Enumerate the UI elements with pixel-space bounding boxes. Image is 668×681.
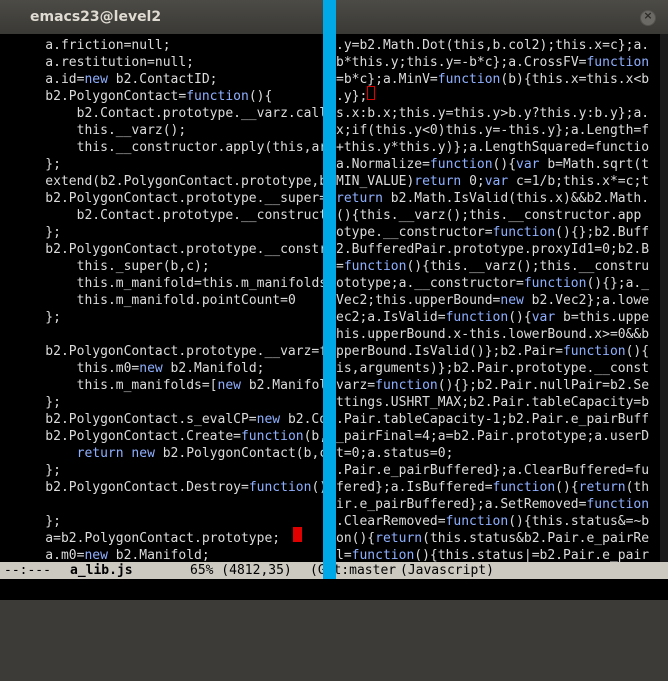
code-line: this.__constructor.apply(this,arg — [76, 140, 323, 155]
code-line: on(){return(this.status&b2.Pair.e_pairRe — [336, 531, 650, 546]
modeline-status: --:--- — [4, 563, 51, 578]
code-line: b2.Contact.prototype.__varz.call( — [14, 106, 323, 121]
code-line: b*this.y;this.y=-b*c};a.CrossFV=function — [336, 55, 650, 70]
code-line: a.id=new b2.ContactID; — [14, 72, 218, 87]
code-line: his.upperBound.x-this.lowerBound.x>=0&&b — [336, 327, 650, 342]
code-line: Vec2;this.upperBound=new b2.Vec2};a.lowe — [336, 293, 650, 308]
code-line: .Pair.tableCapacity-1;b2.Pair.e_pairBuff — [336, 412, 650, 427]
right-editor-pane[interactable]: .y=b2.Math.Dot(this,b.col2);this.x=c};a.… — [336, 34, 660, 562]
code-line: b2.PolygonContact=function(){ — [14, 89, 273, 104]
code-line: .ClearRemoved=function(){this.status&=~b — [336, 514, 650, 529]
code-line: fered};a.IsBuffered=function(){return(th — [336, 480, 650, 495]
code-line: MIN_VALUE)return 0;var c=1/b;this.x*=c;t — [336, 174, 650, 189]
modeline-buffer-name[interactable]: a_lib.js — [70, 562, 133, 579]
code-line: otype.__constructor=function(){};b2.Buff — [336, 225, 650, 240]
code-line: a=b2.PolygonContact.prototype; — [14, 531, 281, 546]
code-line: }; — [14, 463, 61, 478]
code-line: _pairFinal=4;a=b2.Pair.prototype;a.userD — [336, 429, 650, 444]
vertical-scrollbar[interactable] — [660, 34, 668, 562]
code-line: b2.PolygonContact.Destroy=function(){ — [14, 480, 323, 495]
window-title: emacs23@level2 — [30, 9, 162, 25]
code-line: (){this.__varz();this.__constructor.app — [336, 208, 642, 223]
code-line: =b*c};a.MinV=function(b){this.x=this.x<b — [336, 72, 650, 87]
code-line: ttings.USHRT_MAX;b2.Pair.tableCapacity=b — [336, 395, 650, 410]
code-line: b2.PolygonContact.s_evalCP=new b2.Con — [14, 412, 323, 427]
code-line: pperBound.IsValid()};b2.Pair=function(){ — [336, 344, 650, 359]
code-line: b2.PolygonContact.prototype.__construct — [14, 242, 323, 257]
code-line: this.m_manifolds=[new b2.Manifold, — [76, 378, 323, 393]
code-line: +this.y*this.y)};a.LengthSquared=functio — [336, 140, 650, 155]
code-line: =function(){this.__varz();this.__constru — [336, 259, 650, 274]
code-line: b2.PolygonContact.Create=function(b,c — [14, 429, 323, 444]
window-divider[interactable] — [323, 0, 336, 600]
code-line: b2.PolygonContact.prototype.__super=ne — [14, 191, 323, 206]
code-line: }; — [14, 395, 61, 410]
code-line: ototype;a.__constructor=function(){};a._ — [336, 276, 650, 291]
modeline-major-mode[interactable]: (Javascript) — [400, 562, 494, 579]
code-line: s.x:b.x;this.y=this.y>b.y?this.y:b.y};a. — [336, 106, 650, 121]
code-line: b2.Contact.prototype.__constructor — [14, 208, 323, 223]
code-line: this._super(b,c); — [76, 259, 210, 274]
code-line: varz=function(){};b2.Pair.nullPair=b2.Se — [336, 378, 650, 393]
code-line: }; — [14, 157, 61, 172]
code-line: ec2;a.IsValid=function(){var b=this.uppe — [336, 310, 650, 325]
code-line: this.m0=new b2.Manifold; — [76, 361, 265, 376]
code-line: x;if(this.y<0)this.y=-this.y};a.Length=f — [336, 123, 650, 138]
code-line: a.m0=new b2.Manifold; — [14, 548, 210, 562]
code-line: a.restitution=null; — [14, 55, 195, 70]
code-line: ir.e_pairBuffered};a.SetRemoved=function — [336, 497, 650, 512]
code-line: this.__varz(); — [76, 123, 187, 138]
emacs-window: emacs23@level2 × a.friction=null; a.rest… — [0, 0, 668, 600]
code-line: }; — [14, 225, 61, 240]
code-line: this.m_manifold.pointCount=0 — [76, 293, 296, 308]
modeline-position: 65% (4812,35) — [190, 563, 292, 578]
text-cursor-outline — [367, 86, 375, 100]
code-line: l=function(){this.status|=b2.Pair.e_pair — [336, 548, 650, 562]
code-line: }; — [14, 310, 61, 325]
text-cursor — [293, 527, 302, 542]
code-line: is,arguments)};b2.Pair.prototype.__const — [336, 361, 650, 376]
code-line: return new b2.PolygonContact(b,c) — [76, 446, 323, 461]
code-line: .y}; — [336, 89, 368, 104]
code-line: .y=b2.Math.Dot(this,b.col2);this.x=c};a. — [336, 38, 650, 53]
code-line: extend(b2.PolygonContact.prototype,b2 — [14, 174, 323, 189]
code-line: }; — [14, 514, 61, 529]
code-line: t=0;a.status=0; — [336, 446, 454, 461]
code-line: return b2.Math.IsValid(this.x)&&b2.Math. — [336, 191, 650, 206]
minibuffer[interactable] — [0, 579, 668, 600]
close-button[interactable]: × — [640, 9, 656, 26]
code-line: b2.PolygonContact.prototype.__varz=fun — [14, 344, 323, 359]
code-line: 2.BufferedPair.prototype.proxyId1=0;b2.B — [336, 242, 650, 257]
code-line: a.Normalize=function(){var b=Math.sqrt(t — [336, 157, 650, 172]
code-line: this.m_manifold=this.m_manifolds[0 — [76, 276, 323, 291]
close-icon: × — [643, 9, 653, 22]
left-editor-pane[interactable]: a.friction=null; a.restitution=null; a.i… — [0, 34, 323, 562]
code-line: a.friction=null; — [14, 38, 171, 53]
code-line: .Pair.e_pairBuffered};a.ClearBuffered=fu — [336, 463, 650, 478]
